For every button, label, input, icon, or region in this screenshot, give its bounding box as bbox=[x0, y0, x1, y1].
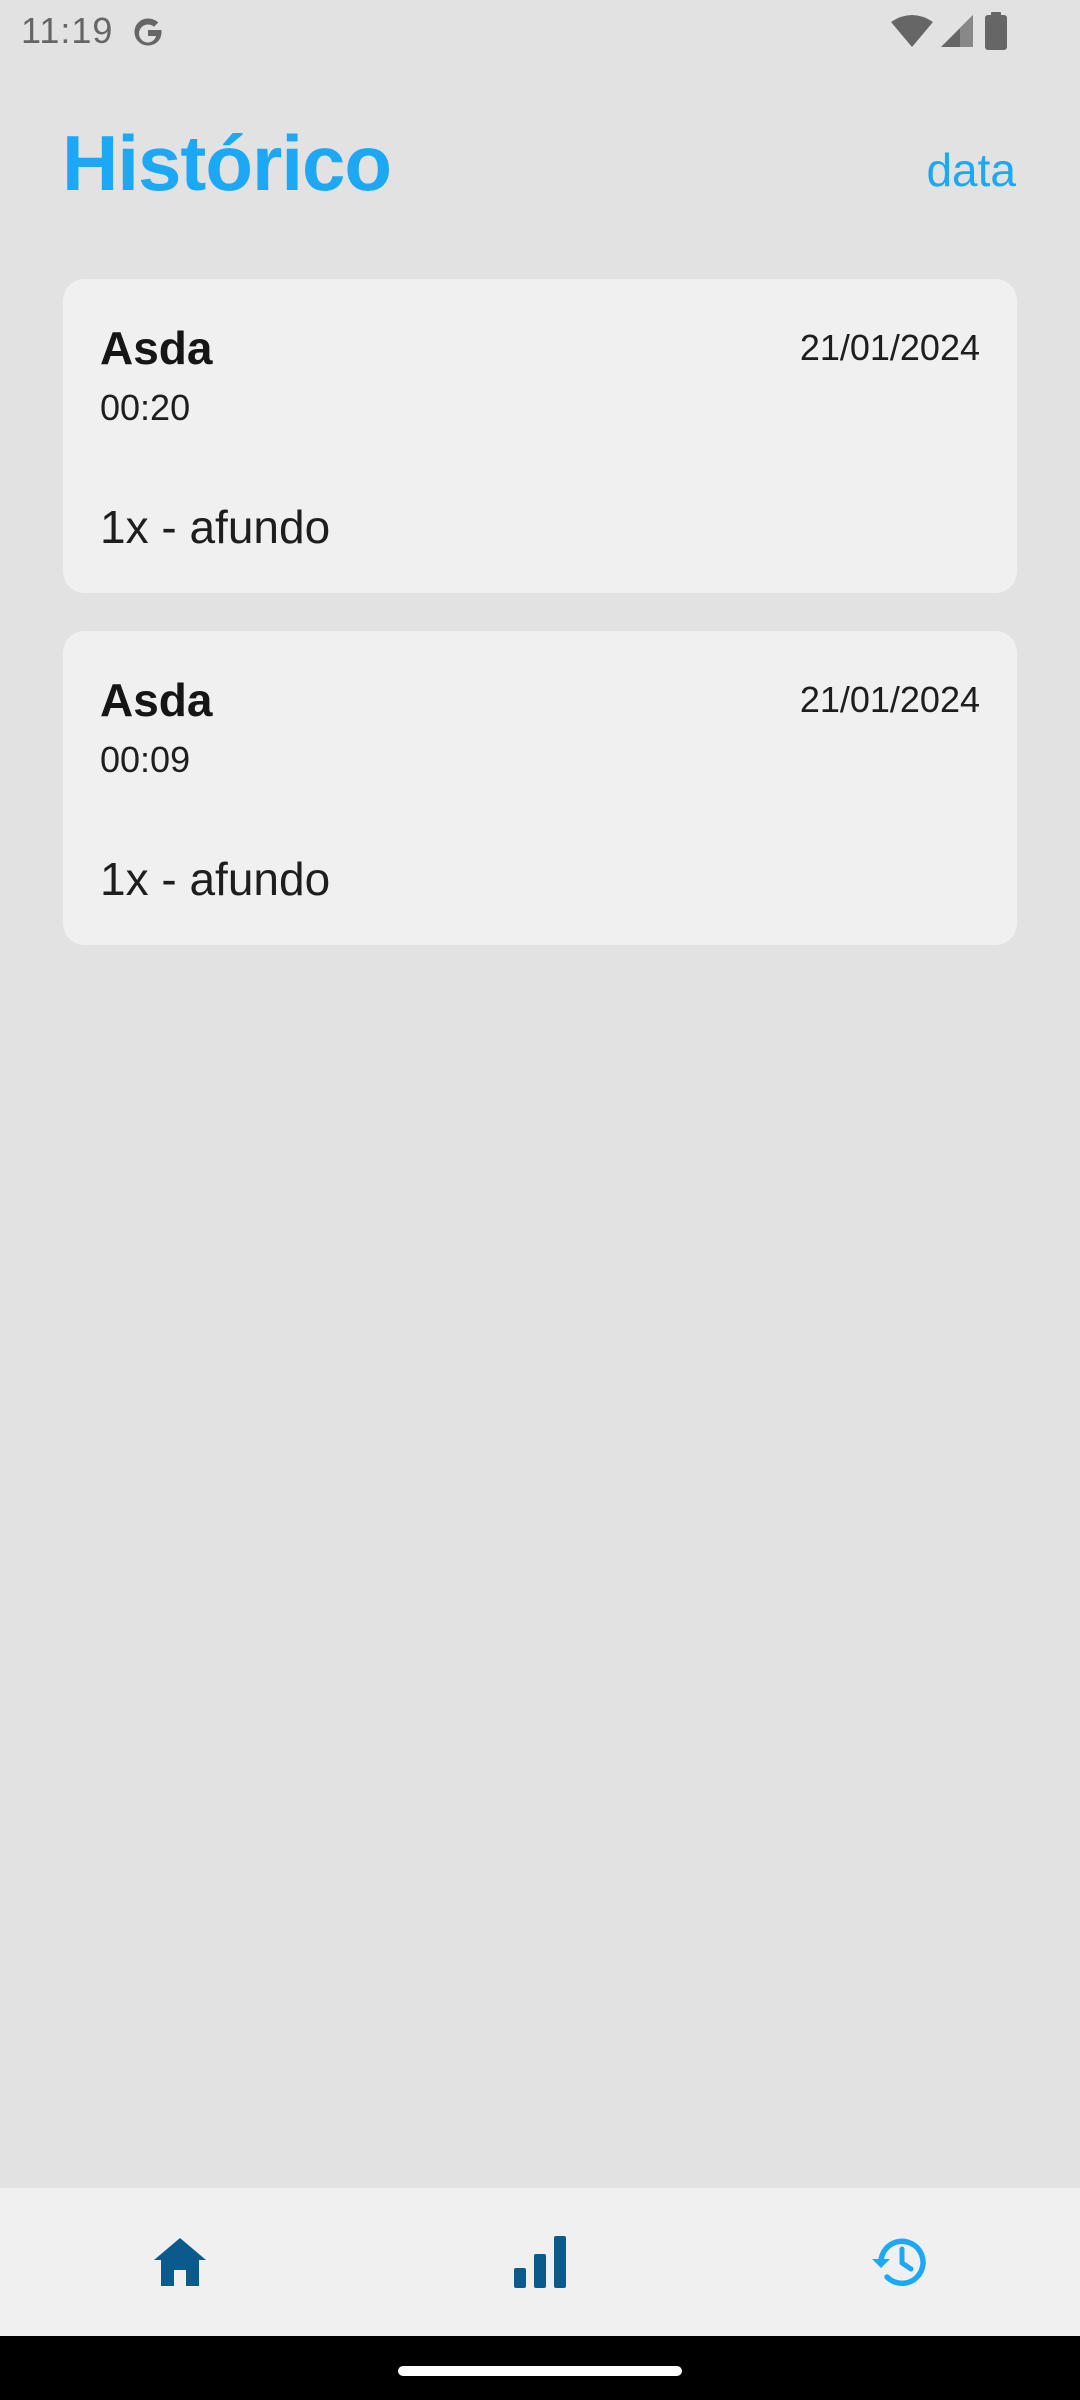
nav-statistics[interactable] bbox=[360, 2188, 720, 2336]
google-icon bbox=[134, 18, 162, 46]
signal-icon bbox=[941, 15, 973, 47]
history-card[interactable]: Asda 21/01/2024 00:09 1x - afundo bbox=[63, 631, 1017, 945]
status-icons bbox=[880, 10, 1080, 54]
page-title: Histórico bbox=[62, 119, 392, 207]
workout-duration: 00:09 bbox=[100, 739, 191, 780]
status-bar: 11:19 bbox=[0, 0, 1080, 64]
bar-chart-icon bbox=[514, 2236, 566, 2288]
exercise-summary: 1x - afundo bbox=[100, 501, 331, 553]
sort-by-date-button[interactable]: data bbox=[926, 143, 1016, 197]
workout-title: Asda bbox=[100, 674, 213, 726]
history-icon bbox=[872, 2238, 926, 2286]
nav-home[interactable] bbox=[0, 2188, 360, 2336]
home-icon bbox=[154, 2238, 206, 2286]
nav-history[interactable] bbox=[720, 2188, 1080, 2336]
system-navigation-bar bbox=[0, 2336, 1080, 2400]
history-list: Asda 21/01/2024 00:20 1x - afundo Asda 2… bbox=[63, 279, 1017, 983]
workout-title: Asda bbox=[100, 322, 213, 374]
workout-duration: 00:20 bbox=[100, 387, 191, 428]
battery-icon bbox=[985, 12, 1007, 50]
bottom-navigation bbox=[0, 2188, 1080, 2336]
gesture-handle[interactable] bbox=[398, 2366, 682, 2376]
workout-date: 21/01/2024 bbox=[799, 327, 980, 368]
history-card[interactable]: Asda 21/01/2024 00:20 1x - afundo bbox=[63, 279, 1017, 593]
exercise-summary: 1x - afundo bbox=[100, 853, 331, 905]
status-time: 11:19 bbox=[21, 10, 114, 51]
wifi-icon bbox=[891, 15, 933, 47]
workout-date: 21/01/2024 bbox=[799, 679, 980, 720]
